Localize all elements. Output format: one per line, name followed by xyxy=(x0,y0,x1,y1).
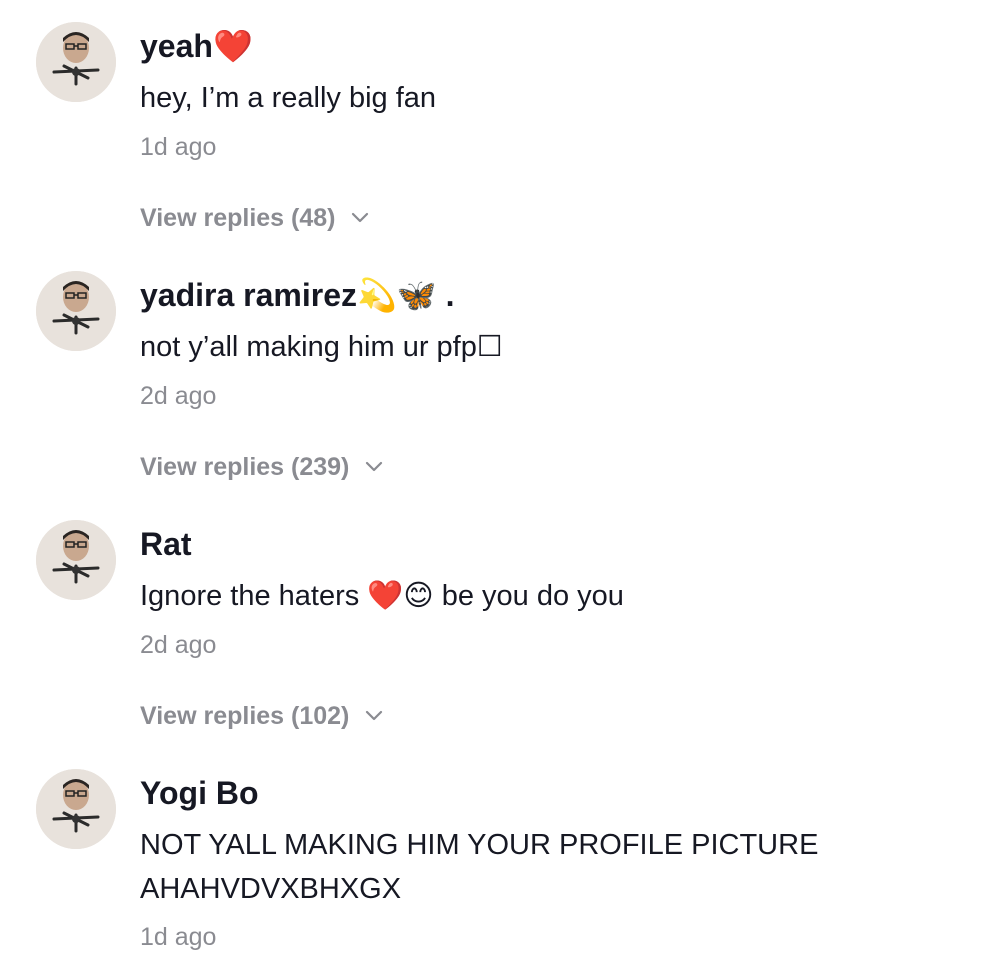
avatar[interactable] xyxy=(36,271,116,351)
comment-timestamp: 1d ago xyxy=(140,923,217,951)
comment-text: not y’all making him ur pfp☐ xyxy=(140,331,503,363)
avatar[interactable] xyxy=(36,769,116,849)
comment-timestamp: 2d ago xyxy=(140,631,217,659)
view-replies-label: View replies (102) xyxy=(140,702,350,730)
comment-username[interactable]: yadira ramirez💫🦋 . xyxy=(140,275,454,315)
view-replies-button[interactable]: View replies (102) xyxy=(140,701,385,731)
comment-username[interactable]: Yogi Bo xyxy=(140,773,259,813)
comment-text: hey, I’m a really big fan xyxy=(140,82,437,114)
chevron-down-icon xyxy=(366,710,383,721)
comment-username[interactable]: Rat xyxy=(140,524,192,564)
comment-text: Ignore the haters ❤️😊 be you do you xyxy=(140,580,624,612)
avatar[interactable] xyxy=(36,520,116,600)
avatar-image xyxy=(36,22,116,102)
comment-timestamp: 2d ago xyxy=(140,382,217,410)
view-replies-label: View replies (48) xyxy=(140,204,336,232)
view-replies-button[interactable]: View replies (239) xyxy=(140,452,385,482)
comment-username[interactable]: yeah❤️ xyxy=(140,26,253,66)
avatar-image xyxy=(36,769,116,849)
view-replies-button[interactable]: View replies (48) xyxy=(140,203,371,233)
avatar-image xyxy=(36,520,116,600)
comment-timestamp: 1d ago xyxy=(140,133,217,161)
avatar[interactable] xyxy=(36,22,116,102)
chevron-down-icon xyxy=(366,461,383,472)
view-replies-label: View replies (239) xyxy=(140,453,350,481)
comment-text: NOT YALL MAKING HIM YOUR PROFILE PICTURE… xyxy=(140,829,819,905)
chevron-down-icon xyxy=(352,212,369,223)
avatar-image xyxy=(36,271,116,351)
